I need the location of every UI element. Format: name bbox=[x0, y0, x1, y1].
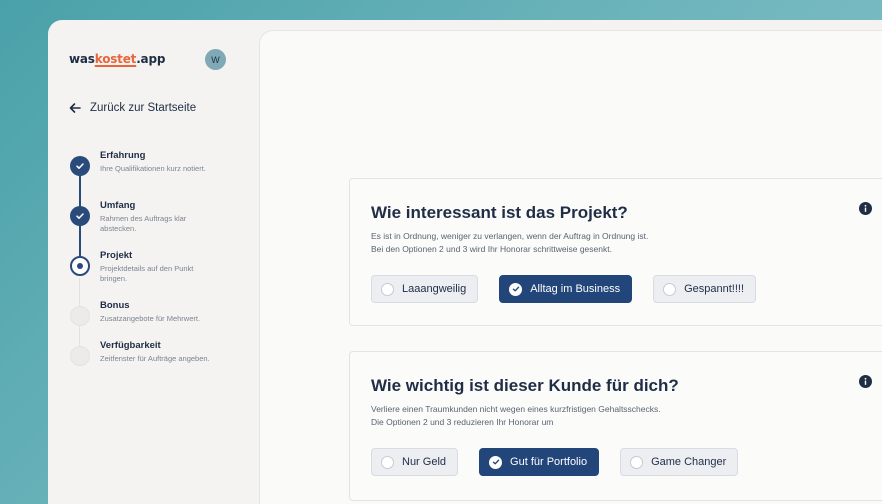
brand-logo[interactable]: waskostet.app bbox=[69, 52, 165, 66]
description-line: Die Optionen 2 und 3 reduzieren Ihr Hono… bbox=[371, 417, 554, 427]
radio-icon bbox=[630, 455, 644, 469]
check-icon bbox=[489, 455, 503, 469]
step-pending-icon bbox=[70, 346, 90, 366]
question-description: Es ist in Ordnung, weniger zu verlangen,… bbox=[371, 230, 648, 256]
step-title: Umfang bbox=[100, 200, 136, 211]
question-title: Wie interessant ist das Projekt? bbox=[371, 203, 628, 222]
step-title: Verfügbarkeit bbox=[100, 340, 161, 351]
main-panel: Wie interessant ist das Projekt? Es ist … bbox=[259, 30, 882, 504]
option-label: Gespannt!!!! bbox=[684, 283, 745, 295]
option-nur-geld[interactable]: Nur Geld bbox=[371, 448, 459, 476]
option-gut-fuer-portfolio[interactable]: Gut für Portfolio bbox=[479, 448, 600, 476]
step-subtitle: Zeitfenster für Aufträge angeben. bbox=[100, 354, 210, 363]
option-label: Gut für Portfolio bbox=[510, 456, 588, 468]
step-subtitle: Rahmen des Auftrags klar abstecken. bbox=[100, 214, 187, 233]
arrow-left-icon bbox=[69, 103, 81, 113]
option-gespannt[interactable]: Gespannt!!!! bbox=[653, 275, 757, 303]
brand-suffix: .app bbox=[136, 52, 166, 66]
check-icon bbox=[509, 282, 523, 296]
step-title: Projekt bbox=[100, 250, 133, 261]
radio-icon bbox=[663, 282, 677, 296]
option-label: Nur Geld bbox=[402, 456, 447, 468]
avatar[interactable]: W bbox=[205, 49, 226, 70]
description-line: Bei den Optionen 2 und 3 wird Ihr Honora… bbox=[371, 244, 612, 254]
radio-icon bbox=[381, 282, 394, 296]
option-label: Alltag im Business bbox=[530, 283, 621, 295]
step-title: Bonus bbox=[100, 300, 130, 311]
step-title: Erfahrung bbox=[100, 150, 146, 161]
question-title: Wie wichtig ist dieser Kunde für dich? bbox=[371, 376, 679, 395]
step-subtitle: Projektdetails auf den Punkt bringen. bbox=[100, 264, 194, 283]
option-group: Nur Geld Gut für Portfolio Game Changer bbox=[371, 448, 739, 476]
radio-icon bbox=[381, 455, 394, 469]
option-group: Laaangweilig Alltag im Business Gespannt… bbox=[371, 275, 757, 303]
step-current-icon bbox=[70, 256, 90, 276]
option-label: Laaangweilig bbox=[402, 283, 467, 295]
sidebar: waskostet.app W Zurück zur Startseite Er… bbox=[48, 20, 259, 504]
step-subtitle: Zusatzangebote für Mehrwert. bbox=[100, 314, 201, 323]
question-card-interest: Wie interessant ist das Projekt? Es ist … bbox=[349, 178, 882, 326]
description-line: Verliere einen Traumkunden nicht wegen e… bbox=[371, 404, 661, 414]
app-window: waskostet.app W Zurück zur Startseite Er… bbox=[48, 20, 882, 504]
brand-prefix: was bbox=[69, 52, 95, 66]
step-done-icon bbox=[70, 206, 90, 226]
step-done-icon bbox=[70, 156, 90, 176]
step-subtitle: Ihre Qualifikationen kurz notiert. bbox=[100, 164, 206, 173]
option-label: Game Changer bbox=[651, 456, 727, 468]
back-to-home-link[interactable]: Zurück zur Startseite bbox=[69, 102, 196, 114]
question-card-client-importance: Wie wichtig ist dieser Kunde für dich? V… bbox=[349, 351, 882, 501]
step-pending-icon bbox=[70, 306, 90, 326]
brand-accent: kostet bbox=[94, 52, 137, 66]
option-alltag-im-business[interactable]: Alltag im Business bbox=[499, 275, 633, 303]
option-game-changer[interactable]: Game Changer bbox=[620, 448, 739, 476]
info-icon[interactable] bbox=[859, 202, 872, 215]
question-description: Verliere einen Traumkunden nicht wegen e… bbox=[371, 403, 661, 429]
option-laaangweilig[interactable]: Laaangweilig bbox=[371, 275, 479, 303]
description-line: Es ist in Ordnung, weniger zu verlangen,… bbox=[371, 231, 649, 241]
info-icon[interactable] bbox=[859, 375, 872, 388]
back-label: Zurück zur Startseite bbox=[90, 102, 197, 114]
